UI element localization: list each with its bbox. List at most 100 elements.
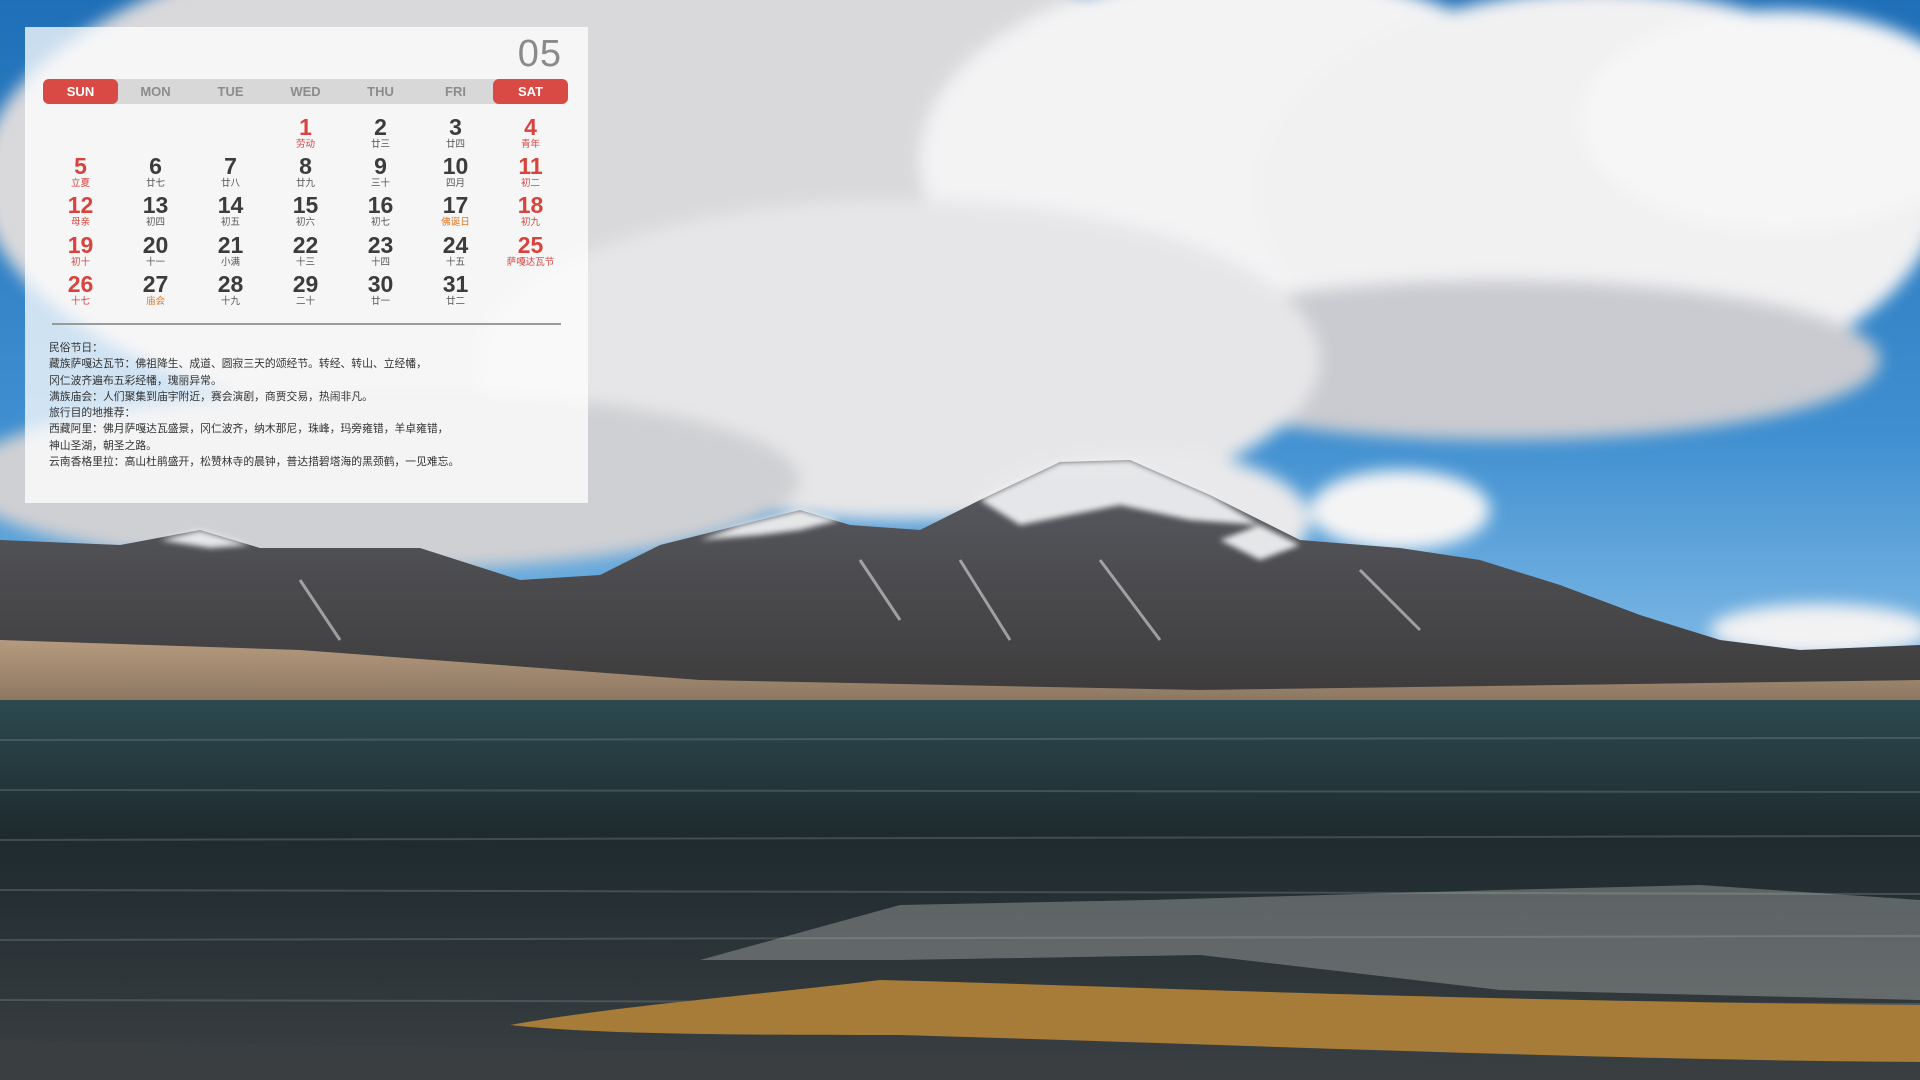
day-number: 9 [374,153,387,180]
lunar-label: 十五 [445,256,465,268]
lunar-label: 初五 [220,217,240,229]
day-grid: 1 劳动 2 廿三 3 廿四 4 青年 5 立夏 6 廿七 7 廿八 8 廿九 9 三十 10 四月 11 初二 12 母亲 1… [43,115,568,311]
day-cell: 21 小满 [193,233,268,272]
weekday-wed: WED [290,84,321,99]
weekday-header: SUN MON TUE WED THU FRI SAT [43,79,568,104]
lunar-label: 廿九 [295,178,315,190]
weekday-sat: SAT [493,79,568,104]
lunar-label: 初六 [295,217,315,229]
day-cell: 20 十一 [118,233,193,272]
day-number: 8 [299,153,312,180]
empty-day-cell [193,115,268,154]
empty-day-cell [43,115,118,154]
lunar-label: 小满 [220,256,240,268]
day-number: 21 [217,231,244,258]
day-number: 4 [524,114,537,140]
day-number: 15 [292,192,319,219]
lunar-label: 初九 [520,217,540,229]
day-cell: 17 佛诞日 [418,193,493,232]
day-number: 16 [367,192,394,219]
weekday-mon: MON [140,84,171,99]
month-number: 05 [517,33,562,75]
day-cell: 4 青年 [493,115,568,154]
day-cell: 11 初二 [493,154,568,193]
notes-line: 满族庙会：人们聚集到庙宇附近，赛会演剧，商贾交易，热闹非凡。 [49,389,373,403]
lunar-label: 廿四 [445,139,465,150]
weekday-fri: FRI [445,84,466,99]
day-cell: 29 二十 [268,272,343,311]
day-cell: 10 四月 [418,154,493,193]
day-number: 17 [442,192,469,219]
lunar-label: 青年 [520,139,540,150]
notes-line: 冈仁波齐遍布五彩经幡，瑰丽异常。 [49,373,222,387]
empty-day-cell [118,115,193,154]
day-number: 24 [442,231,469,258]
notes-section: 民俗节日： 藏族萨嘎达瓦节：佛祖降生、成道、圆寂三天的颂经节。转经、转山、立经幡… [49,340,579,470]
lunar-label: 初二 [520,178,540,190]
day-cell: 6 廿七 [118,154,193,193]
day-number: 22 [292,231,319,258]
day-number: 2 [374,114,387,140]
divider [52,323,561,325]
day-cell: 7 廿八 [193,154,268,193]
weekday-thu: THU [367,84,394,99]
day-cell: 31 廿二 [418,272,493,311]
notes-heading-travel: 旅行目的地推荐： [49,406,136,420]
day-cell: 16 初七 [343,193,418,232]
weekday-tue: TUE [217,84,244,99]
day-number: 31 [442,270,469,297]
day-cell: 5 立夏 [43,154,118,193]
lunar-label: 初七 [370,217,390,229]
day-number: 20 [142,231,169,258]
lunar-label: 立夏 [70,178,90,190]
day-cell: 1 劳动 [268,115,343,154]
day-number: 23 [367,231,394,258]
day-cell: 22 十三 [268,233,343,272]
day-cell: 25 萨嘎达瓦节 [493,233,568,272]
day-number: 18 [517,192,544,219]
day-number: 11 [518,153,543,180]
lunar-label: 四月 [445,178,465,190]
day-cell: 24 十五 [418,233,493,272]
day-number: 3 [449,114,462,140]
day-number: 1 [299,114,312,140]
lunar-label: 初四 [145,217,165,229]
day-cell: 30 廿一 [343,272,418,311]
day-number: 12 [67,192,94,219]
lunar-label: 劳动 [295,139,315,150]
notes-heading-folk-festivals: 民俗节日： [49,341,103,354]
day-cell: 13 初四 [118,193,193,232]
notes-line: 西藏阿里：佛月萨嘎达瓦盛景，冈仁波齐，纳木那尼，珠峰，玛旁雍错，羊卓雍错， [49,422,449,436]
day-number: 5 [74,153,87,180]
day-number: 14 [217,192,244,219]
lunar-label: 十三 [295,256,315,268]
lunar-label: 十九 [220,295,240,307]
day-cell: 15 初六 [268,193,343,232]
notes-line: 神山圣湖，朝圣之路。 [49,438,157,452]
day-cell: 3 廿四 [418,115,493,154]
day-cell: 9 三十 [343,154,418,193]
day-number: 28 [217,270,244,297]
day-number: 19 [67,231,94,258]
day-cell: 23 十四 [343,233,418,272]
lunar-label: 廿三 [370,139,390,150]
lunar-label: 母亲 [70,217,90,229]
lunar-label: 佛诞日 [441,217,470,229]
lunar-label: 廿八 [220,178,240,190]
day-cell: 14 初五 [193,193,268,232]
lunar-label: 廿一 [370,295,390,307]
day-number: 6 [149,153,162,180]
day-cell: 19 初十 [43,233,118,272]
day-cell: 2 廿三 [343,115,418,154]
day-number: 25 [517,231,544,258]
lunar-label: 十一 [145,256,165,268]
lunar-label: 廿七 [145,178,165,190]
day-cell: 8 廿九 [268,154,343,193]
lunar-label: 萨嘎达瓦节 [506,256,555,268]
day-number: 29 [292,270,319,297]
lunar-label: 庙会 [145,295,165,307]
notes-line: 云南香格里拉：高山杜鹃盛开，松赞林寺的晨钟，普达措碧塔海的黑颈鹤，一见难忘。 [49,455,460,469]
calendar-panel: 05 SUN MON TUE WED THU FRI SAT 1 劳动 2 廿三 3 廿四… [25,27,588,503]
day-cell: 28 十九 [193,272,268,311]
day-cell: 12 母亲 [43,193,118,232]
